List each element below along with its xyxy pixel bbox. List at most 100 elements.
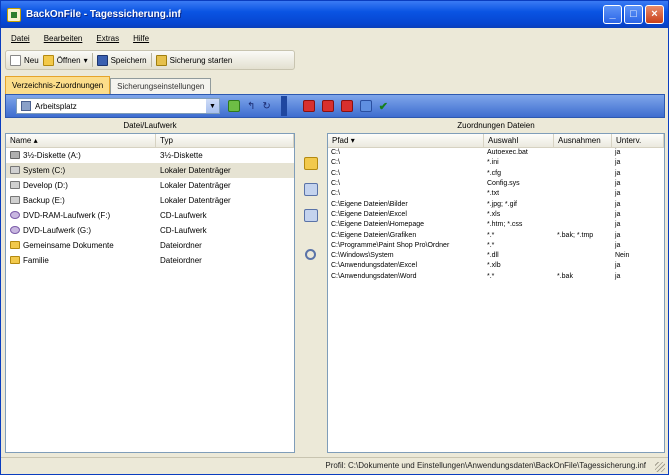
drive-type-cell: Dateiordner	[160, 241, 202, 250]
add-file-icon[interactable]	[304, 183, 318, 196]
open-label: Öffnen	[56, 55, 81, 65]
assignment-list[interactable]: Pfad ▾ Auswahl Ausnahmen Unterv. C:\ Auto…	[327, 133, 665, 453]
selection-cell: *.htm; *.css	[487, 221, 523, 229]
chevron-down-icon[interactable]: ▼	[206, 99, 219, 113]
edit-pen-icon[interactable]	[359, 100, 372, 112]
list-item[interactable]: Develop (D:) Lokaler Datenträger	[6, 178, 294, 193]
tab-verzeichnis-zuordnungen[interactable]: Verzeichnis-Zuordnungen	[5, 76, 111, 94]
refresh-icon[interactable]: ↻	[262, 101, 270, 112]
table-row[interactable]: C:\Eigene Dateien\Homepage *.htm; *.css ja	[328, 220, 664, 230]
assignment-icons: ✔	[302, 100, 388, 113]
list-item[interactable]: Familie Dateiordner	[6, 253, 294, 268]
table-row[interactable]: C:\Anwendungsdaten\Excel *.xlb ja	[328, 261, 664, 271]
table-row[interactable]: C:\Programme\Paint Shop Pro\Ordner *.* ja	[328, 241, 664, 251]
minimize-button[interactable]: _	[603, 5, 622, 24]
table-row[interactable]: C:\Eigene Dateien\Excel *.xls ja	[328, 210, 664, 220]
list-item[interactable]: DVD-RAM-Laufwerk (F:) CD-Laufwerk	[6, 208, 294, 223]
back-arrow-icon[interactable]: ↰	[247, 101, 255, 112]
drive-name-cell: DVD-Laufwerk (G:)	[6, 226, 156, 235]
drive-name: Gemeinsame Dokumente	[23, 241, 114, 250]
subdirs-cell: ja	[615, 200, 621, 208]
save-button[interactable]: Speichern	[96, 54, 147, 66]
drive-name-cell: Gemeinsame Dokumente	[6, 241, 156, 250]
selection-cell: *.*	[487, 231, 495, 239]
selection-cell: *.xls	[487, 210, 501, 218]
table-row[interactable]: C:\ *.cfg ja	[328, 169, 664, 179]
maximize-button[interactable]: □	[624, 5, 643, 24]
column-header-type[interactable]: Typ	[156, 134, 294, 147]
table-row[interactable]: C:\Eigene Dateien\Bilder *.jpg; *.gif ja	[328, 199, 664, 209]
new-button[interactable]: Neu	[10, 54, 39, 66]
sort-arrow-icon: ▴	[33, 136, 38, 145]
path-cell: C:\Eigene Dateien\Homepage	[331, 221, 425, 229]
search-icon[interactable]	[305, 249, 316, 260]
menu-hilfe[interactable]: Hilfe	[133, 34, 149, 43]
selection-cell: *.xlb	[487, 262, 501, 270]
add-folder-icon[interactable]	[304, 157, 318, 170]
save-disk-icon	[96, 54, 108, 66]
table-row[interactable]: C:\ Config.sys ja	[328, 179, 664, 189]
drive-name-cell: DVD-RAM-Laufwerk (F:)	[6, 211, 156, 220]
selection-cell: *.ini	[487, 159, 499, 167]
app-window: BackOnFile - Tagessicherung.inf _ □ × Da…	[0, 0, 669, 475]
window-title: BackOnFile - Tagessicherung.inf	[26, 9, 181, 20]
location-combo[interactable]: Arbeitsplatz ▼	[16, 98, 220, 114]
list-item[interactable]: DVD-Laufwerk (G:) CD-Laufwerk	[6, 223, 294, 238]
title-bar[interactable]: BackOnFile - Tagessicherung.inf _ □ ×	[1, 1, 668, 28]
delete-all-icon[interactable]	[321, 100, 334, 112]
toolbar-separator	[280, 96, 287, 116]
resize-grip-icon[interactable]	[655, 462, 665, 472]
tab-strip: Verzeichnis-Zuordnungen Sicherungseinste…	[5, 76, 212, 94]
drive-name: Familie	[23, 256, 49, 265]
cd-icon	[10, 211, 20, 219]
add-document-icon[interactable]	[304, 209, 318, 222]
list-item[interactable]: 3½-Diskette (A:) 3½-Diskette	[6, 148, 294, 163]
drive-name: 3½-Diskette (A:)	[23, 151, 81, 160]
table-row[interactable]: C:\ *.txt ja	[328, 189, 664, 199]
drive-name-cell: Develop (D:)	[6, 181, 156, 190]
menu-extras[interactable]: Extras	[96, 34, 119, 43]
column-header-subdirs[interactable]: Unterv.	[612, 134, 664, 147]
table-row[interactable]: C:\Eigene Dateien\Grafiken *.* *.bak; *.tm…	[328, 230, 664, 240]
drive-name-cell: System (C:)	[6, 166, 156, 175]
selection-cell: *.*	[487, 272, 495, 280]
column-header-exceptions[interactable]: Ausnahmen	[554, 134, 612, 147]
subdirs-cell: ja	[615, 221, 621, 229]
delete-assignment-icon[interactable]	[302, 100, 315, 112]
table-row[interactable]: C:\Anwendungsdaten\Word *.* *.bak ja	[328, 272, 664, 282]
folder-up-icon[interactable]	[228, 100, 240, 112]
list-item[interactable]: Gemeinsame Dokumente Dateiordner	[6, 238, 294, 253]
column-header-path[interactable]: Pfad ▾	[328, 134, 484, 147]
toolbar-separator	[91, 53, 93, 67]
menu-bearbeiten[interactable]: Bearbeiten	[44, 34, 83, 43]
hdd-icon	[10, 166, 20, 174]
menu-datei[interactable]: Datei	[11, 34, 30, 43]
drive-name: System (C:)	[23, 166, 66, 175]
floppy-icon	[10, 151, 20, 159]
chevron-down-icon[interactable]: ▾	[84, 56, 88, 65]
computer-icon	[21, 101, 31, 111]
drive-type-cell: Lokaler Datenträger	[160, 166, 231, 175]
list-item[interactable]: Backup (E:) Lokaler Datenträger	[6, 193, 294, 208]
clear-icon[interactable]	[340, 100, 353, 112]
table-row[interactable]: C:\ Autoexec.bat ja	[328, 148, 664, 158]
tab-sicherungseinstellungen[interactable]: Sicherungseinstellungen	[110, 78, 212, 94]
subdirs-cell: ja	[615, 231, 621, 239]
subdirs-cell: ja	[615, 180, 621, 188]
close-button[interactable]: ×	[645, 5, 664, 24]
drive-type-cell: Lokaler Datenträger	[160, 181, 231, 190]
file-drive-list[interactable]: Name ▴ Typ 3½-Diskette (A:) 3½-Diskette Sy…	[5, 133, 295, 453]
table-row[interactable]: C:\Windows\System *.dll Nein	[328, 251, 664, 261]
checkmark-icon[interactable]: ✔	[379, 100, 388, 113]
column-header-selection[interactable]: Auswahl	[484, 134, 554, 147]
path-cell: C:\Eigene Dateien\Bilder	[331, 200, 408, 208]
list-item[interactable]: System (C:) Lokaler Datenträger	[6, 163, 294, 178]
status-profile-path: Profil: C:\Dokumente und Einstellungen\A…	[325, 461, 646, 470]
assignment-actions	[297, 133, 325, 453]
table-row[interactable]: C:\ *.ini ja	[328, 158, 664, 168]
open-button[interactable]: Öffnen ▾	[42, 54, 88, 66]
start-backup-button[interactable]: Sicherung starten	[155, 54, 232, 66]
folder-icon	[10, 241, 20, 249]
folder-icon	[10, 256, 20, 264]
column-header-name[interactable]: Name ▴	[6, 134, 156, 147]
